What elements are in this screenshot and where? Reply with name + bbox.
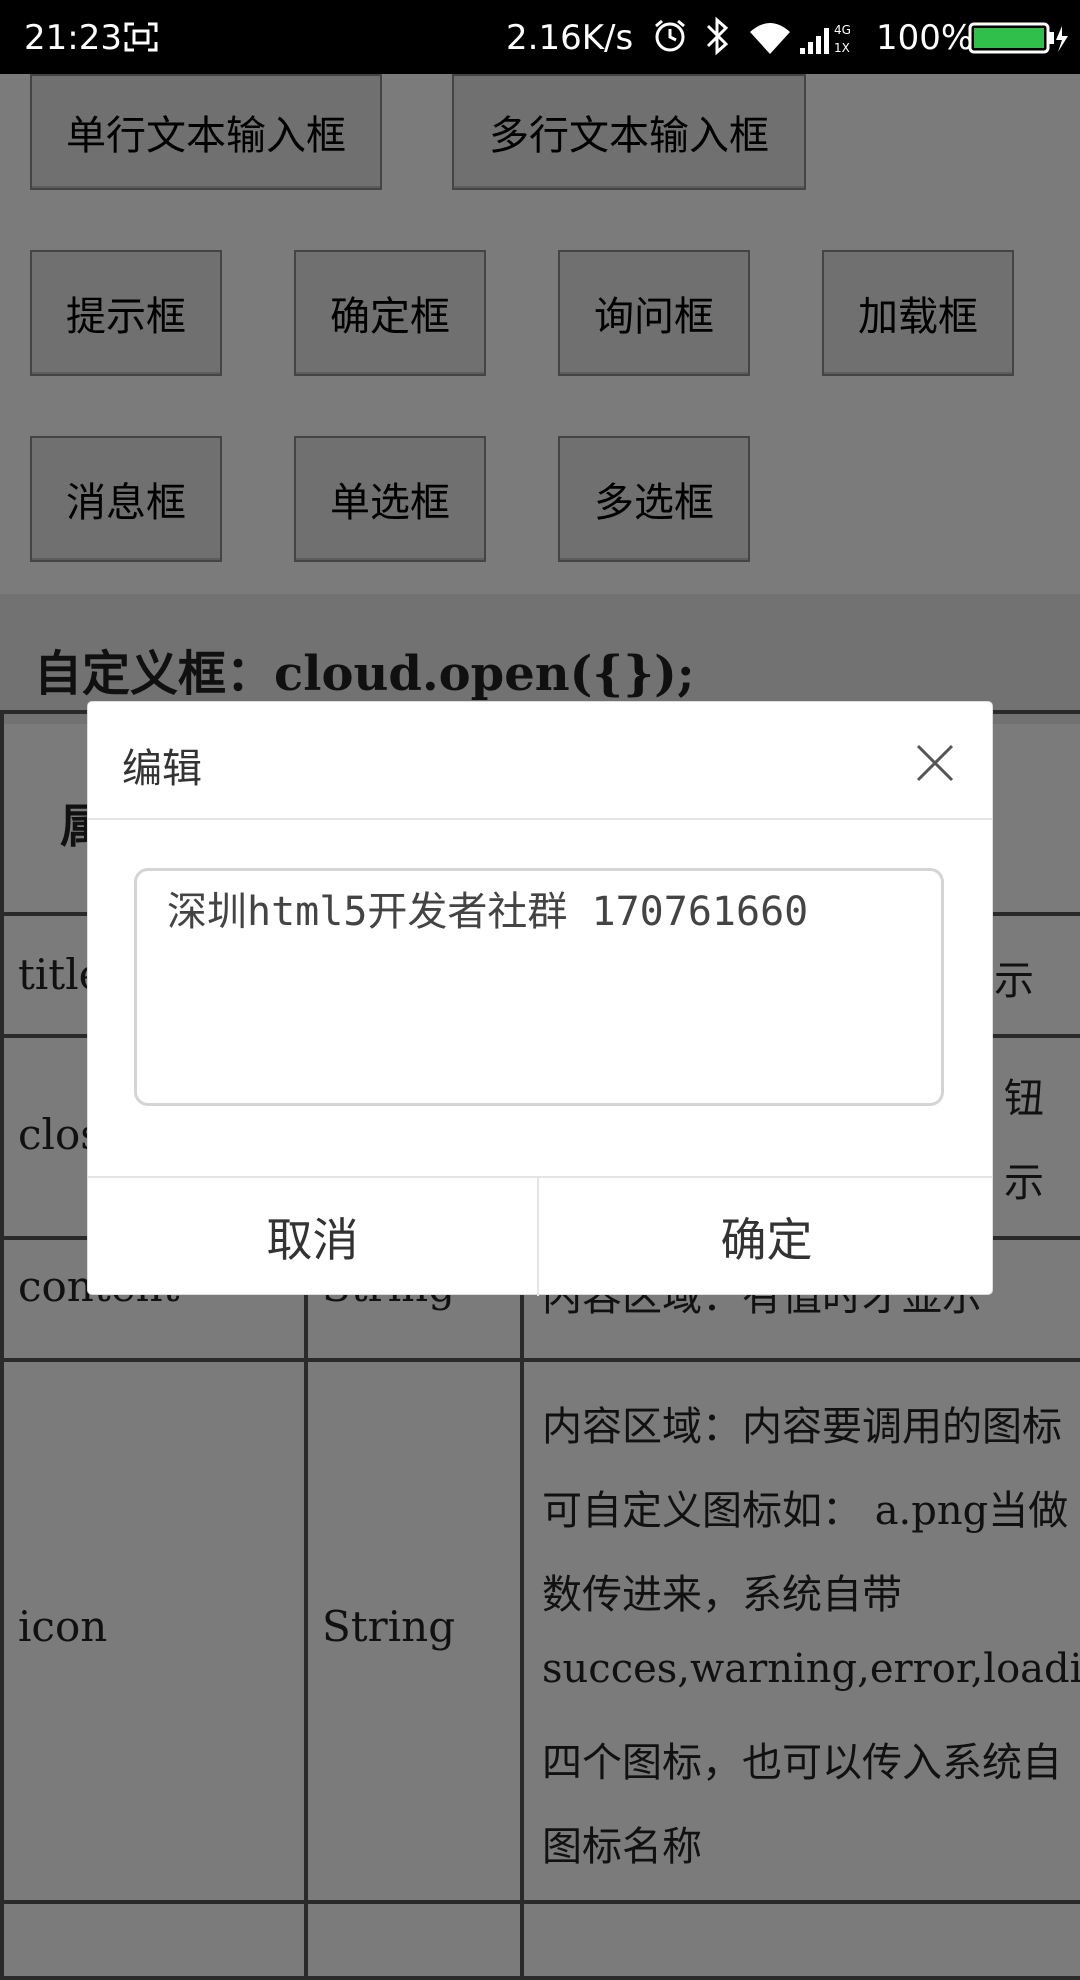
tip-box-button[interactable]: 提示框 (30, 250, 222, 376)
network-speed: 2.16K/s (506, 18, 634, 58)
dialog-textarea[interactable]: 深圳html5开发者社群 170761660 (134, 868, 944, 1106)
section-title: 自定义框：cloud.open({}); (34, 646, 695, 702)
signal-icon: 4G 1X (800, 23, 851, 55)
screenshot-icon (124, 22, 158, 52)
row-name: icon (18, 1602, 108, 1651)
bluetooth-icon (706, 16, 729, 56)
row-desc-line: 可自定义图标如： a.png当做 (542, 1488, 1069, 1534)
row-desc-line: 四个图标，也可以传入系统自 (542, 1740, 1062, 1786)
multi-line-input-button[interactable]: 多行文本输入框 (452, 74, 806, 190)
battery-charging-icon (968, 22, 1068, 54)
confirm-box-button[interactable]: 确定框 (294, 250, 486, 376)
table-row: icon (0, 1358, 308, 1904)
loading-box-button[interactable]: 加载框 (822, 250, 1014, 376)
row-desc: 示 (994, 958, 1034, 1004)
row-type: String (322, 1602, 456, 1651)
edit-dialog: 编辑 深圳html5开发者社群 170761660 取消 确定 (88, 702, 992, 1296)
table-row (0, 1900, 308, 1980)
table-cell: 内容区域：内容要调用的图标 可自定义图标如： a.png当做 数传进来，系统自带… (520, 1358, 1080, 1904)
row-desc: 钮 (1004, 1076, 1044, 1122)
message-box-button[interactable]: 消息框 (30, 436, 222, 562)
radio-box-button[interactable]: 单选框 (294, 436, 486, 562)
cancel-button[interactable]: 取消 (88, 1178, 539, 1296)
dialog-header: 编辑 (88, 702, 992, 820)
dialog-title: 编辑 (122, 746, 202, 792)
svg-text:1X: 1X (834, 41, 850, 55)
alarm-icon (655, 19, 685, 52)
table-cell: String (304, 1358, 524, 1904)
svg-text:4G: 4G (834, 23, 851, 37)
table-cell (520, 1900, 1080, 1980)
ok-button[interactable]: 确定 (541, 1178, 992, 1296)
status-time: 21:23 (24, 18, 122, 58)
single-line-input-button[interactable]: 单行文本输入框 (30, 74, 382, 190)
row-desc-line: succes,warning,error,loading (542, 1646, 1080, 1692)
dialog-body: 深圳html5开发者社群 170761660 (88, 820, 992, 1120)
close-icon[interactable] (916, 744, 954, 782)
ask-box-button[interactable]: 询问框 (558, 250, 750, 376)
status-bar: 21:23 2.16K/s 4G 1X 100% (0, 0, 1080, 74)
battery-percent: 100% (876, 18, 974, 58)
row-desc: 示 (1004, 1160, 1044, 1206)
row-desc-line: 数传进来，系统自带 (542, 1572, 902, 1618)
row-desc-line: 内容区域：内容要调用的图标 (542, 1404, 1062, 1450)
dialog-footer: 取消 确定 (88, 1176, 992, 1296)
table-cell (304, 1900, 524, 1980)
checkbox-box-button[interactable]: 多选框 (558, 436, 750, 562)
row-desc-line: 图标名称 (542, 1824, 702, 1870)
wifi-icon (750, 23, 790, 54)
